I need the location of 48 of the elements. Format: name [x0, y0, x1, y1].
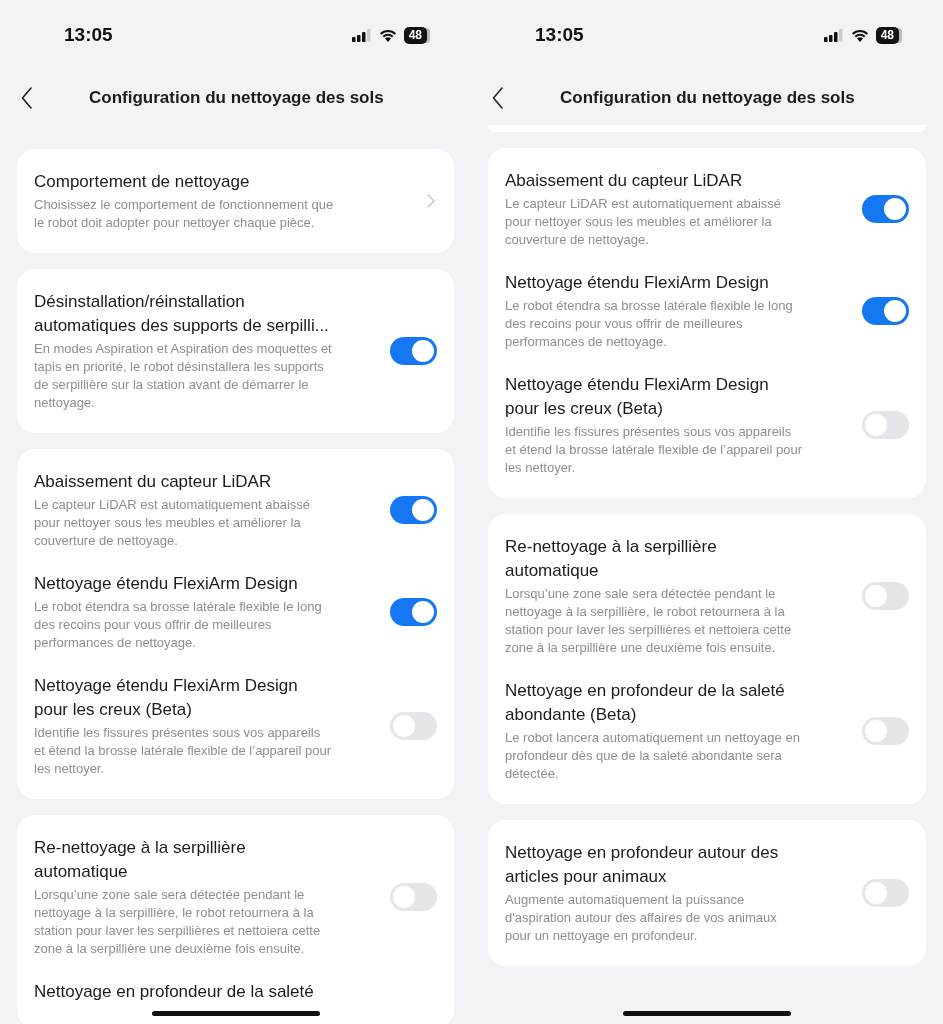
setting-title: Abaissement du capteur LiDAR — [505, 170, 744, 192]
setting-description: Choisissez le comportement de fonctionnement que le robot doit adopter pour nettoyer chaque pièce. — [34, 196, 334, 232]
back-icon[interactable] — [21, 86, 33, 109]
setting-title: Nettoyage en profondeur de la saleté abondante (Beta) — [505, 680, 786, 726]
setting-description: Lorsqu’une zone sale sera détectée pendant le nettoyage à la serpillière, le robot retournera à la station pour laver les serpillières et nettoiera cette zone à la serpillière une deuxième fois ensuite. — [34, 886, 322, 958]
signal-icon — [351, 28, 372, 42]
toggle-switch[interactable] — [862, 297, 909, 325]
setting-title: Nettoyage étendu FlexiArm Design pour les creux (Beta) — [505, 374, 770, 420]
setting-title: Nettoyage étendu FlexiArm Design — [34, 573, 299, 595]
toggle-switch[interactable] — [390, 337, 437, 365]
setting-title: Re-nettoyage à la serpillière automatique — [34, 837, 247, 883]
toggle-switch[interactable] — [862, 879, 909, 907]
toggle-switch[interactable] — [390, 496, 437, 524]
battery-indicator: 48 — [875, 26, 899, 44]
toggle-switch[interactable] — [862, 411, 909, 439]
setting-description: Le robot étendra sa brosse latérale flexible le long des recoins pour vous offrir de meilleures performances de nettoyage. — [34, 598, 323, 652]
toggle-switch[interactable] — [390, 598, 437, 626]
setting-title: Nettoyage en profondeur de la saleté — [34, 981, 315, 1003]
toggle-switch[interactable] — [390, 712, 437, 740]
setting-title: Abaissement du capteur LiDAR — [34, 471, 273, 493]
setting-description: Lorsqu’une zone sale sera détectée pendant le nettoyage à la serpillière, le robot retournera à la station pour laver les serpillières et nettoiera cette zone à la serpillière une deuxième fois ensuite. — [505, 585, 793, 657]
toggle-switch[interactable] — [390, 883, 437, 911]
battery-indicator: 48 — [403, 26, 427, 44]
setting-title: Nettoyage en profondeur autour des articles pour animaux — [505, 842, 780, 888]
page-title: Configuration du nettoyage des sols — [89, 87, 384, 108]
toggle-switch[interactable] — [862, 195, 909, 223]
wifi-icon — [850, 28, 869, 42]
page-title: Configuration du nettoyage des sols — [560, 87, 855, 108]
wifi-icon — [378, 28, 397, 42]
setting-description: Le robot étendra sa brosse latérale flexible le long des recoins pour vous offrir de meilleures performances de nettoyage. — [505, 297, 794, 351]
setting-title: Re-nettoyage à la serpillière automatique — [505, 536, 718, 582]
setting-description: Le capteur LiDAR est automatiquement abaissé pour nettoyer sous les meubles et améliorer la couverture de nettoyage. — [505, 195, 783, 249]
setting-description: Augmente automatiquement la puissance d'aspiration autour des affaires de vos animaux pour un nettoyage en profondeur. — [505, 891, 778, 945]
setting-title: Désinstallation/réinstallation automatiques des supports de serpilli... — [34, 291, 330, 337]
back-icon[interactable] — [492, 86, 504, 109]
setting-description: Identifie les fissures présentes sous vos appareils et étend la brosse latérale flexible de l’appareil pour les nettoyer. — [505, 423, 804, 477]
status-time: 13:05 — [64, 24, 113, 46]
setting-description: Identifie les fissures présentes sous vos appareils et étend la brosse latérale flexible de l’appareil pour les nettoyer. — [34, 724, 333, 778]
setting-title[interactable]: Comportement de nettoyage — [34, 170, 334, 194]
toggle-switch[interactable] — [862, 717, 909, 745]
setting-description: Le robot lancera automatiquement un nettoyage en profondeur dès que de la saleté abondante sera détectée. — [505, 729, 801, 783]
setting-description: En modes Aspiration et Aspiration des moquettes et tapis en priorité, le robot désinstallera les supports de serpillière sur la station avant de démarrer le nettoyage. — [34, 340, 333, 412]
setting-title: Nettoyage étendu FlexiArm Design — [505, 272, 770, 294]
status-time: 13:05 — [535, 24, 584, 46]
signal-icon — [823, 28, 844, 42]
setting-description: Le capteur LiDAR est automatiquement abaissé pour nettoyer sous les meubles et améliorer la couverture de nettoyage. — [34, 496, 312, 550]
setting-title: Nettoyage étendu FlexiArm Design pour les creux (Beta) — [34, 675, 299, 721]
toggle-switch[interactable] — [862, 582, 909, 610]
